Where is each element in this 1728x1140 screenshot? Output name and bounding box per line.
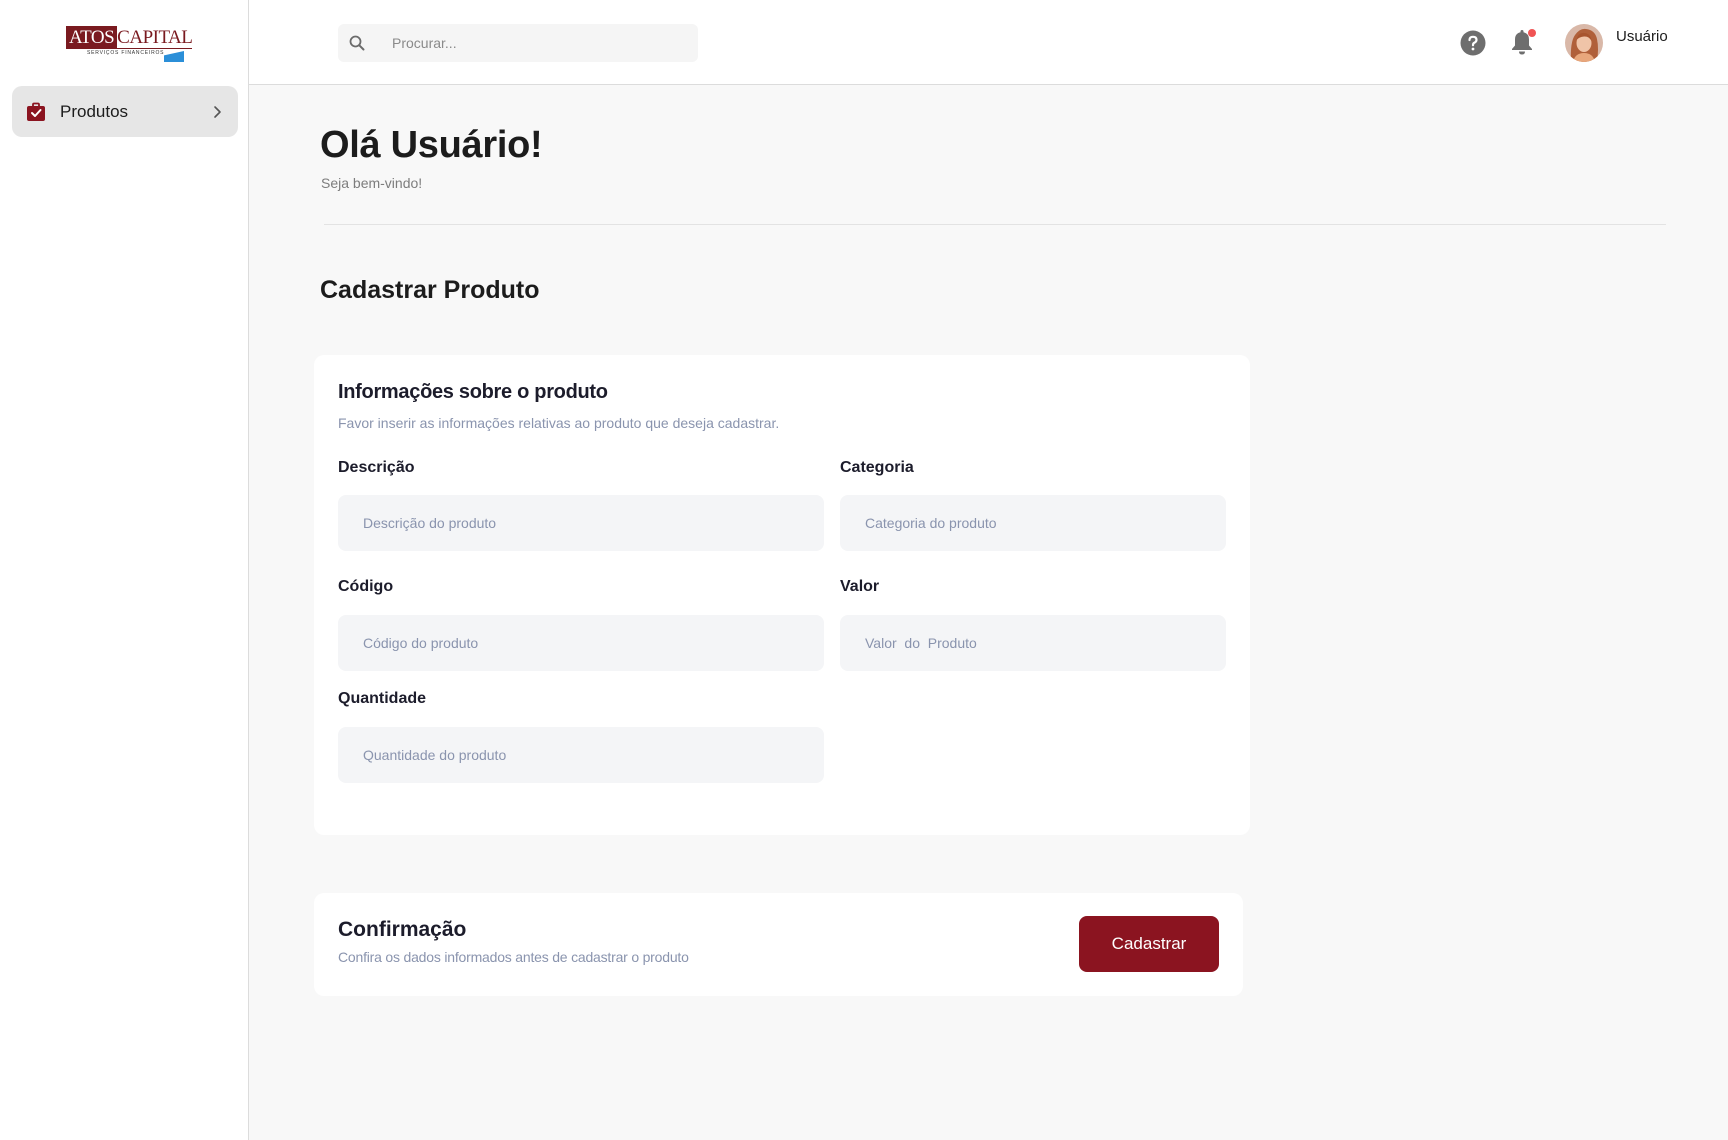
codigo-label: Código [338,578,394,595]
search-bar[interactable] [338,24,698,62]
logo-word-atos: ATOS [66,26,118,49]
descricao-label: Descrição [338,459,415,476]
user-name[interactable]: Usuário [1616,28,1668,45]
confirmation-title: Confirmação [338,918,467,941]
categoria-field[interactable] [840,495,1226,551]
confirmation-subtitle: Confira os dados informados antes de cad… [338,949,689,965]
sidebar-item-label: Produtos [60,101,129,121]
form-subtitle: Favor inserir as informações relativas a… [338,415,780,431]
valor-field[interactable] [840,615,1226,671]
cadastrar-button[interactable]: Cadastrar [1079,916,1219,972]
valor-label: Valor [840,578,880,595]
search-icon [348,34,366,52]
quantidade-field[interactable] [338,727,824,783]
page-greeting: Olá Usuário! [320,124,543,166]
search-input[interactable] [392,35,698,51]
divider [324,224,1666,225]
atos-capital-logo[interactable]: ATOS CAPITAL SERVIÇOS FINANCEIROS [66,26,193,62]
avatar[interactable] [1565,24,1603,62]
chevron-right-icon [210,105,224,119]
shopping-bag-check-icon [26,102,46,122]
logo-wordmark: ATOS CAPITAL [66,26,193,49]
logo-word-capital: CAPITAL [117,27,193,49]
app-root: ATOS CAPITAL SERVIÇOS FINANCEIROS Produto… [0,0,1728,1140]
quantidade-label: Quantidade [338,690,427,707]
descricao-field[interactable] [338,495,824,551]
notification-dot [1528,29,1536,37]
welcome-text: Seja bem-vindo! [321,175,423,191]
help-circle-icon[interactable] [1460,30,1486,56]
top-header: Usuário [249,0,1728,85]
product-info-card: Informações sobre o produto Favor inseri… [314,355,1250,835]
codigo-field[interactable] [338,615,824,671]
page-title: Cadastrar Produto [320,276,540,304]
sidebar: ATOS CAPITAL SERVIÇOS FINANCEIROS Produto… [0,0,249,1140]
categoria-label: Categoria [840,459,914,476]
confirmation-card: Confirmação Confira os dados informados … [314,893,1243,996]
sidebar-item-produtos[interactable]: Produtos [12,86,238,137]
form-title: Informações sobre o produto [338,381,608,403]
